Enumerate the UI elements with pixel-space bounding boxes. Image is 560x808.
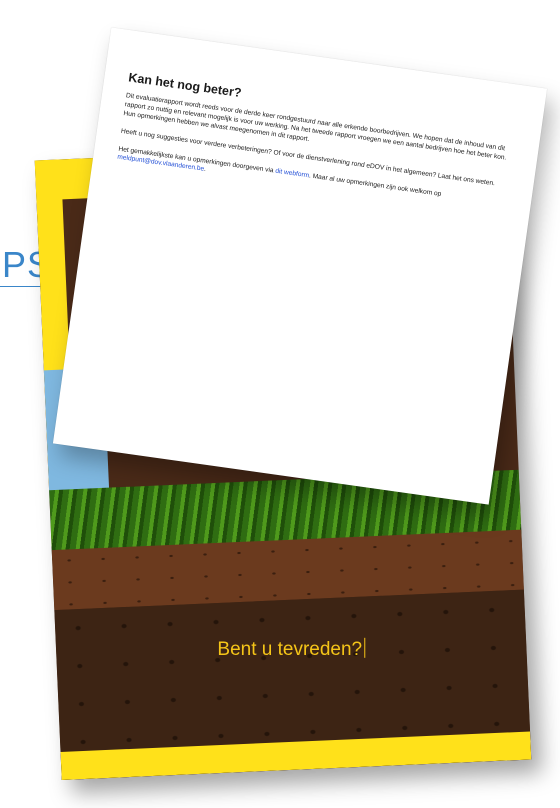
- front-page: Kan het nog beter? Dit evaluatierapport …: [52, 27, 548, 505]
- contact-text-end: .: [203, 166, 207, 174]
- webform-link[interactable]: dit webform: [275, 167, 310, 179]
- cover-tagline: Bent u tevreden?: [56, 638, 526, 661]
- document-mockup: PS Bent u tevreden? Kan het nog beter? D…: [0, 0, 560, 808]
